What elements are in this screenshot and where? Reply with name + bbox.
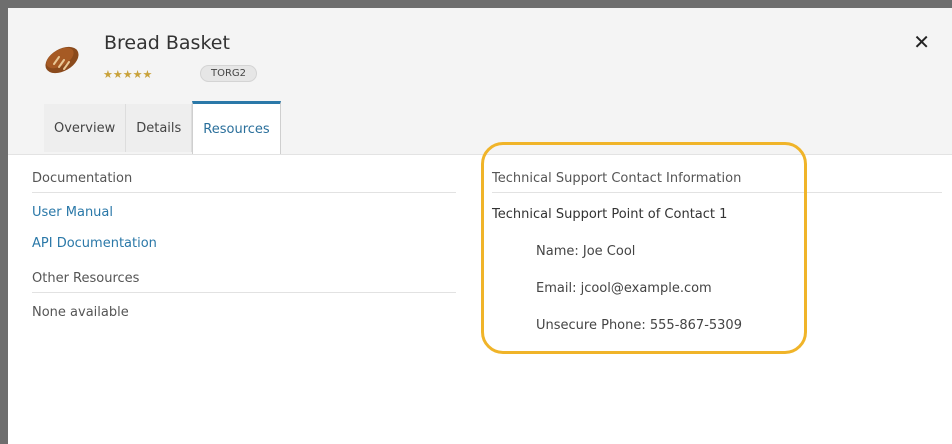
support-contact-header: Technical Support Contact Information <box>492 155 942 193</box>
api-documentation-link[interactable]: API Documentation <box>32 224 456 255</box>
tab-overview[interactable]: Overview <box>44 104 127 152</box>
other-resources-value: None available <box>32 305 129 320</box>
user-manual-link[interactable]: User Manual <box>32 193 456 224</box>
tab-bar: Overview Details Resources <box>44 96 281 154</box>
poc-email: Email: jcool@example.com <box>536 281 712 296</box>
dialog-header: Bread Basket ★★★★★ TORG2 ✕ Overview Deta… <box>8 8 952 155</box>
rating-stars: ★★★★★ <box>103 68 153 81</box>
close-icon[interactable]: ✕ <box>913 30 930 54</box>
app-title: Bread Basket <box>104 32 230 54</box>
bread-loaf-icon <box>45 46 79 74</box>
app-details-dialog: Bread Basket ★★★★★ TORG2 ✕ Overview Deta… <box>8 8 952 444</box>
tab-details[interactable]: Details <box>126 104 193 152</box>
tag-badge[interactable]: TORG2 <box>200 65 258 82</box>
poc-phone: Unsecure Phone: 555-867-5309 <box>536 318 742 333</box>
support-contact-column: Technical Support Contact Information Te… <box>492 155 942 333</box>
documentation-header: Documentation <box>32 155 456 193</box>
resources-left-column: Documentation User Manual API Documentat… <box>32 155 456 320</box>
other-resources-header: Other Resources <box>32 255 456 293</box>
poc-name: Name: Joe Cool <box>536 244 636 259</box>
poc-title: Technical Support Point of Contact 1 <box>492 207 728 222</box>
resources-panel: Documentation User Manual API Documentat… <box>8 155 952 444</box>
tab-resources[interactable]: Resources <box>192 101 281 154</box>
